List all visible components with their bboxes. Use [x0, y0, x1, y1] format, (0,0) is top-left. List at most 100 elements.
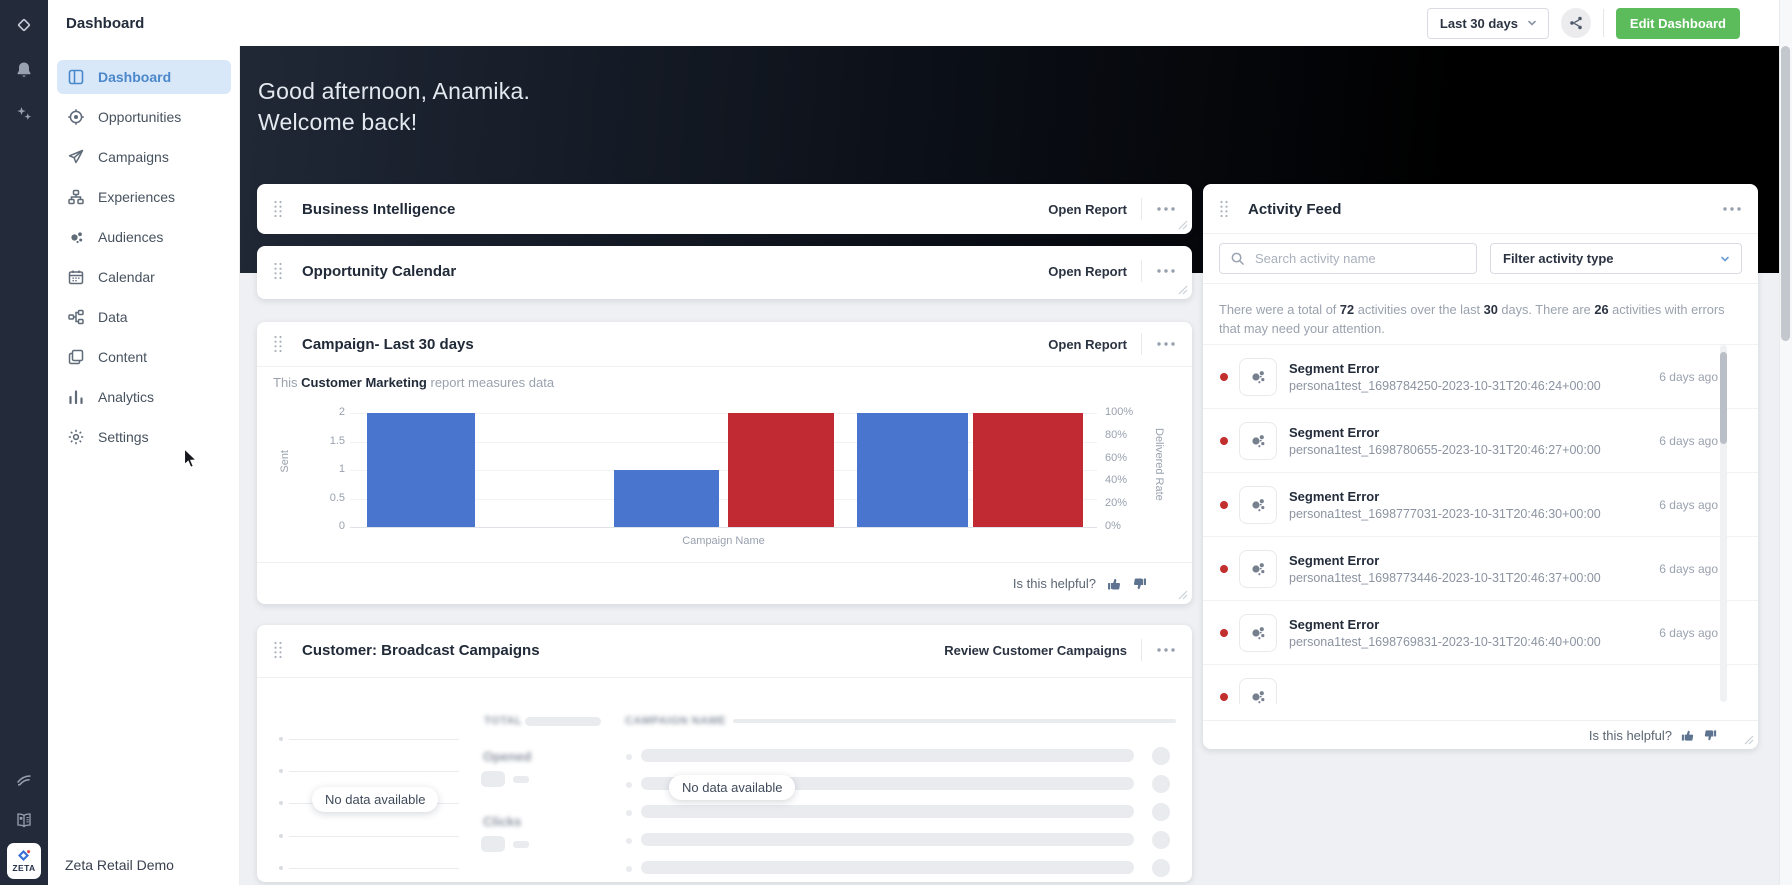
skeleton-bar [481, 836, 505, 852]
sidebar-item-audiences[interactable]: Audiences [57, 220, 231, 254]
sidebar-item-dashboard[interactable]: Dashboard [57, 60, 231, 94]
zeta-logo[interactable]: ZETA [7, 843, 41, 879]
open-report-link[interactable]: Open Report [1048, 202, 1127, 217]
activity-item[interactable]: Segment Errorpersona1test_1698784250-202… [1203, 345, 1758, 409]
skeleton-dot [279, 737, 283, 741]
activity-text: Segment Errorpersona1test_1698780655-202… [1289, 425, 1647, 457]
header-rule [1203, 233, 1758, 234]
sidebar-item-experiences[interactable]: Experiences [57, 180, 231, 214]
activity-item[interactable]: Segment Error persona1test_1698773446-202… [1203, 537, 1758, 601]
y-axis-tick-right: 100% [1105, 406, 1133, 418]
activity-item-partial[interactable] [1203, 665, 1758, 704]
header-divider [1141, 333, 1142, 355]
activity-search-input[interactable] [1253, 250, 1466, 267]
y-axis-tick-left: 0.5 [311, 492, 345, 504]
activity-item[interactable]: Segment Errorpersona1test_1698777031-202… [1203, 473, 1758, 537]
activity-item[interactable]: Segment Errorpersona1test_1698769831-202… [1203, 601, 1758, 665]
resize-grip-icon[interactable] [1178, 285, 1188, 295]
activity-title: Segment Error [1289, 617, 1647, 632]
resize-grip-icon[interactable] [1178, 220, 1188, 230]
edit-dashboard-button[interactable]: Edit Dashboard [1616, 8, 1740, 39]
sidebar-item-calendar[interactable]: Calendar [57, 260, 231, 294]
thumbs-up-icon[interactable] [1680, 728, 1695, 743]
share-button[interactable] [1561, 8, 1591, 38]
resize-grip-icon[interactable] [1744, 735, 1754, 745]
header-rule [257, 366, 1192, 367]
thumbs-down-icon[interactable] [1703, 728, 1718, 743]
more-menu-icon[interactable] [1156, 339, 1176, 349]
error-dot-icon [1220, 565, 1228, 573]
header-divider [1141, 260, 1142, 282]
activity-detail: persona1test_1698773446-2023-10-31T20:46… [1289, 571, 1647, 585]
activity-summary: There were a total of 72 activities over… [1219, 300, 1735, 338]
drag-handle-icon[interactable] [273, 335, 283, 353]
resize-grip-icon[interactable] [1178, 590, 1188, 600]
sidebar-item-settings[interactable]: Settings [57, 420, 231, 454]
date-range-select[interactable]: Last 30 days [1427, 8, 1549, 39]
activity-title: Segment Error [1289, 553, 1647, 568]
skeleton-bar [525, 717, 601, 726]
drag-handle-icon[interactable] [273, 262, 283, 280]
y-axis-label-right: Delivered Rate [1153, 428, 1165, 501]
card-actions [1722, 204, 1742, 214]
greeting-line1: Good afternoon, Anamika. [258, 76, 1792, 107]
more-menu-icon[interactable] [1156, 645, 1176, 655]
activity-type-filter[interactable]: Filter activity type [1490, 243, 1742, 274]
zeta-logo-mark [14, 849, 34, 864]
sidebar-item-content[interactable]: Content [57, 340, 231, 374]
open-report-link[interactable]: Open Report [1048, 337, 1127, 352]
more-menu-icon[interactable] [1722, 204, 1742, 214]
dashboard-main: Good afternoon, Anamika. Welcome back! B… [240, 46, 1792, 885]
activity-item[interactable]: Segment Errorpersona1test_1698780655-202… [1203, 409, 1758, 473]
helpful-label: Is this helpful? [1589, 728, 1672, 743]
zeta-diamond-icon[interactable] [0, 15, 48, 35]
card-header: Business Intelligence Open Report [257, 184, 1192, 234]
drag-handle-icon[interactable] [1219, 200, 1229, 218]
drag-handle-icon[interactable] [273, 641, 283, 659]
skeleton-dot [279, 834, 283, 838]
card-actions: Open Report [1048, 260, 1176, 282]
signal-icon[interactable] [0, 771, 48, 789]
more-menu-icon[interactable] [1156, 204, 1176, 214]
sidebar-nav: Dashboard Opportunities Campaigns Experienc… [48, 60, 239, 454]
notifications-bell-icon[interactable] [0, 61, 48, 79]
drag-handle-icon[interactable] [273, 200, 283, 218]
share-icon [1568, 15, 1584, 31]
chart-bar-delivered-rate [973, 413, 1083, 527]
sidebar-item-data[interactable]: Data [57, 300, 231, 334]
y-axis-tick-right: 40% [1105, 474, 1127, 486]
greeting-line2: Welcome back! [258, 107, 1792, 138]
review-customer-campaigns-link[interactable]: Review Customer Campaigns [944, 643, 1127, 658]
open-report-link[interactable]: Open Report [1048, 264, 1127, 279]
ai-sparkle-icon[interactable] [0, 105, 48, 123]
topbar-actions: Last 30 days Edit Dashboard [1427, 8, 1792, 39]
activity-scrollbar [1720, 345, 1727, 702]
segment-icon [1239, 486, 1277, 524]
activity-search[interactable] [1219, 243, 1477, 274]
sidebar-item-opportunities[interactable]: Opportunities [57, 100, 231, 134]
shell: Dashboard Last 30 days Edit Dashboard Da… [48, 0, 1792, 885]
page-scrollbar-thumb[interactable] [1781, 46, 1790, 341]
sidebar-item-label: Analytics [98, 389, 154, 405]
thumbs-up-icon[interactable] [1106, 576, 1122, 592]
sidebar-item-analytics[interactable]: Analytics [57, 380, 231, 414]
content-icon [67, 348, 85, 366]
more-menu-icon[interactable] [1156, 266, 1176, 276]
skeleton-line [289, 739, 459, 740]
sidebar-item-label: Calendar [98, 269, 155, 285]
report-description: This Customer Marketing report measures … [273, 375, 554, 390]
activity-detail: persona1test_1698784250-2023-10-31T20:46… [1289, 379, 1647, 393]
activity-scrollbar-thumb[interactable] [1720, 352, 1727, 444]
thumbs-down-icon[interactable] [1132, 576, 1148, 592]
activity-controls: Filter activity type [1219, 243, 1742, 274]
skeleton-bar [481, 771, 505, 787]
skeleton-line [289, 868, 459, 869]
y-axis-tick-right: 60% [1105, 452, 1127, 464]
segment-icon [1239, 550, 1277, 588]
top-bar: Dashboard Last 30 days Edit Dashboard [48, 0, 1792, 46]
skeleton-label-campaign-name: CAMPAIGN NAME [625, 715, 726, 727]
activity-detail: persona1test_1698780655-2023-10-31T20:46… [1289, 443, 1647, 457]
knowledge-base-icon[interactable] [0, 811, 48, 829]
sidebar-item-campaigns[interactable]: Campaigns [57, 140, 231, 174]
error-dot-icon [1220, 629, 1228, 637]
